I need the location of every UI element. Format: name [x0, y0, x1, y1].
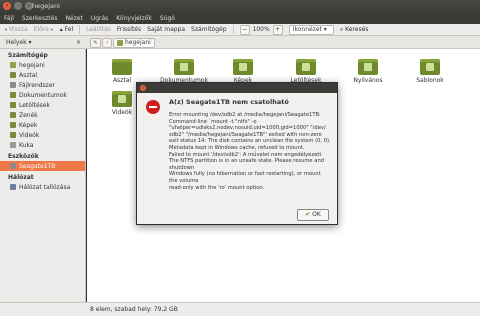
places-sidebar: Számítógép hegejani Asztal Fájlrendszer …: [0, 49, 86, 302]
error-dialog: × A(z) Seagate1TB nem csatolható Error m…: [136, 82, 338, 225]
folder-icon: [112, 59, 132, 75]
places-selector[interactable]: Helyek ▾: [6, 39, 32, 46]
disk-icon: [10, 82, 16, 88]
dialog-title: A(z) Seagate1TB nem csatolható: [169, 98, 289, 106]
trash-icon: [10, 142, 16, 148]
menu-bookmarks[interactable]: Könyvjelzők: [116, 13, 152, 24]
folder-icon: [10, 92, 16, 98]
search-button[interactable]: ⌕ Keresés: [340, 24, 369, 36]
folder-item-documents[interactable]: Dokumentumok: [159, 59, 209, 84]
sidebar-item-trash[interactable]: Kuka: [0, 140, 85, 150]
breadcrumb-current[interactable]: hegejani: [113, 38, 155, 48]
pencil-icon: ✎: [93, 40, 98, 46]
window-titlebar: × – + hegejani: [0, 0, 480, 13]
reload-button[interactable]: Frissítés: [117, 24, 141, 36]
menu-edit[interactable]: Szerkesztés: [22, 13, 58, 24]
zoom-level: 100%: [252, 25, 270, 33]
chevron-down-icon: ▾: [26, 39, 32, 46]
computer-button[interactable]: Számítógép: [191, 24, 226, 36]
path-back-button[interactable]: ‹: [102, 38, 112, 48]
edit-location-button[interactable]: ✎: [90, 38, 101, 48]
disk-icon: [10, 163, 16, 169]
status-text: 8 elem, szabad hely: 79,2 GB: [90, 306, 178, 313]
folder-icon: [112, 91, 132, 107]
folder-icon: [10, 122, 16, 128]
view-mode-select[interactable]: Ikonnézet ▾: [288, 24, 334, 35]
sidebar-item-music[interactable]: Zenék: [0, 110, 85, 120]
folder-icon: [10, 72, 16, 78]
sidebar-item-desktop[interactable]: Asztal: [0, 70, 85, 80]
chevron-left-icon: ‹: [106, 40, 108, 46]
sidebar-item-seagate[interactable]: Seagate1TB: [0, 161, 85, 171]
back-button[interactable]: ◂ Vissza: [4, 24, 28, 36]
folder-item-public[interactable]: Nyilvános: [343, 59, 393, 84]
sidebar-item-documents[interactable]: Dokumentumok: [0, 90, 85, 100]
ok-button[interactable]: ✔ OK: [297, 209, 329, 221]
network-icon: [10, 184, 16, 190]
status-bar: 8 elem, szabad hely: 79,2 GB: [0, 302, 480, 316]
zoom-out-button[interactable]: −: [239, 24, 250, 35]
sidebar-item-pictures[interactable]: Képek: [0, 120, 85, 130]
folder-item-desktop[interactable]: Asztal: [97, 59, 147, 84]
folder-icon: [10, 102, 16, 108]
dialog-close-button[interactable]: ×: [140, 85, 146, 91]
folder-icon: [174, 59, 194, 75]
window-minimize-button[interactable]: –: [14, 2, 22, 10]
folder-icon: [10, 112, 16, 118]
sidebar-section-computer: Számítógép: [8, 52, 48, 59]
folder-item-templates[interactable]: Sablonok: [405, 59, 455, 84]
stop-button[interactable]: Leállítás: [86, 24, 111, 36]
menu-file[interactable]: Fájl: [4, 13, 14, 24]
zoom-control: − 100% +: [239, 24, 283, 36]
folder-icon: [296, 59, 316, 75]
sidebar-item-home[interactable]: hegejani: [0, 60, 85, 70]
sidebar-section-devices: Eszközök: [8, 153, 39, 160]
menubar: Fájl Szerkesztés Nézet Ugrás Könyvjelzők…: [0, 13, 480, 24]
dialog-message: Error mounting /dev/sdb2 at /media/hegej…: [169, 112, 331, 191]
zoom-in-button[interactable]: +: [272, 24, 283, 35]
home-icon: [10, 62, 16, 68]
menu-view[interactable]: Nézet: [65, 13, 82, 24]
up-button[interactable]: ▴ Fel: [60, 24, 73, 36]
folder-item-downloads[interactable]: Letöltések: [281, 59, 331, 84]
toolbar-separator: [232, 25, 234, 34]
folder-icon: [233, 59, 253, 75]
folder-item-pictures[interactable]: Képek: [218, 59, 268, 84]
sidebar-section-network: Hálózat: [8, 174, 34, 181]
sidebar-item-browse-network[interactable]: Hálózat tallózása: [0, 182, 85, 192]
error-icon: [146, 100, 160, 114]
menu-help[interactable]: Súgó: [160, 13, 175, 24]
forward-button[interactable]: Előre ▸: [34, 24, 54, 36]
location-bar: Helyek ▾ × ✎ ‹ hegejani: [0, 36, 480, 49]
toolbar-separator: [79, 25, 81, 34]
home-icon: [117, 40, 123, 46]
home-button[interactable]: Saját mappa: [147, 24, 185, 36]
sidebar-item-downloads[interactable]: Letöltések: [0, 100, 85, 110]
sidebar-item-videos[interactable]: Videók: [0, 130, 85, 140]
forward-arrow-icon: ▸: [48, 25, 54, 33]
menu-go[interactable]: Ugrás: [91, 13, 108, 24]
window-title: hegejani: [32, 2, 60, 10]
toolbar: ◂ Vissza Előre ▸ ▴ Fel Leállítás Frissít…: [0, 24, 480, 36]
sidebar-item-filesystem[interactable]: Fájlrendszer: [0, 80, 85, 90]
close-sidebar-icon[interactable]: ×: [76, 39, 81, 46]
folder-icon: [10, 132, 16, 138]
folder-icon: [358, 59, 378, 75]
dialog-titlebar: ×: [137, 83, 337, 93]
chevron-down-icon: ▾: [321, 25, 327, 33]
window-close-button[interactable]: ×: [3, 2, 11, 10]
folder-icon: [420, 59, 440, 75]
